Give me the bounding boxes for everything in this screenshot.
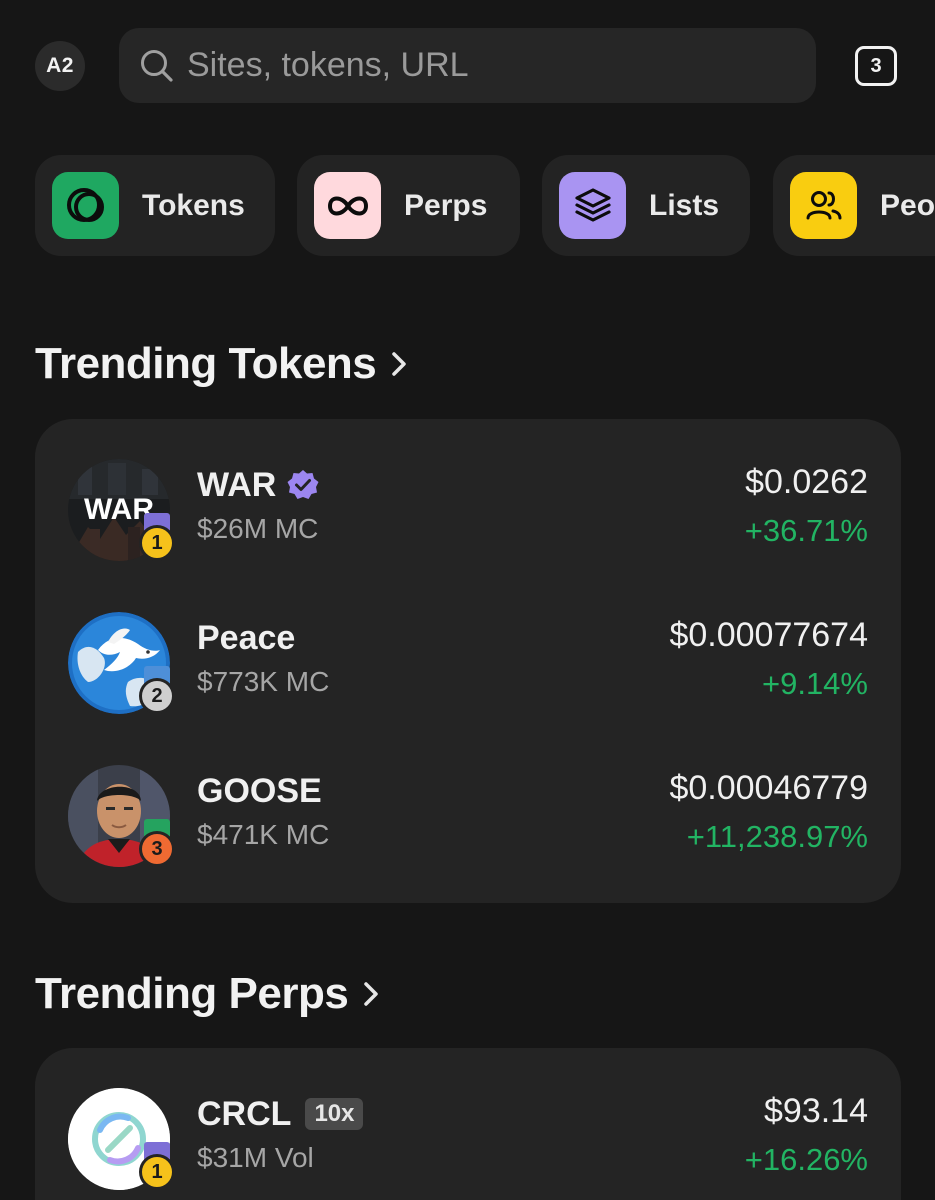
- token-price: $0.00077674: [669, 616, 868, 654]
- infinity-icon: [314, 172, 381, 239]
- rank-number: 3: [139, 831, 175, 867]
- token-row-peace[interactable]: 2 Peace $773K MC $0.00077674 +9.14%: [35, 610, 901, 720]
- rank-badge: 1: [139, 1142, 175, 1194]
- chip-label: Perps: [404, 189, 488, 222]
- section-title: Trending Tokens: [35, 339, 377, 388]
- price-change: +36.71%: [744, 513, 868, 548]
- rank-number: 1: [139, 1154, 175, 1190]
- price-change: +16.26%: [744, 1142, 868, 1177]
- search-icon: [141, 50, 173, 82]
- token-price: $93.14: [764, 1092, 868, 1130]
- chip-people[interactable]: People: [773, 155, 935, 256]
- top-bar: A2 3: [0, 0, 935, 130]
- rank-badge: 2: [139, 666, 175, 718]
- trending-perps-header[interactable]: Trending Perps: [35, 966, 380, 1022]
- chip-label: People: [880, 189, 935, 222]
- verified-badge-icon: [287, 470, 319, 499]
- tab-count-button[interactable]: 3: [855, 46, 897, 86]
- chevron-right-icon: [364, 982, 379, 1006]
- trending-tokens-header[interactable]: Trending Tokens: [35, 336, 408, 392]
- token-name: CRCL: [197, 1094, 292, 1133]
- token-row-war[interactable]: WAR 1 WAR $26M MC $0.0262 +36.71%: [35, 457, 901, 567]
- chip-label: Tokens: [142, 189, 245, 222]
- rank-badge: 3: [139, 819, 175, 871]
- chip-lists[interactable]: Lists: [542, 155, 750, 256]
- rank-badge: 1: [139, 513, 175, 565]
- token-row-goose[interactable]: 3 GOOSE $471K MC $0.00046779 +11,238.97%: [35, 763, 901, 873]
- price-change: +11,238.97%: [686, 819, 868, 854]
- people-icon: [790, 172, 857, 239]
- chevron-right-icon: [392, 352, 407, 376]
- token-price: $0.0262: [745, 463, 868, 501]
- chip-tokens[interactable]: Tokens: [35, 155, 275, 256]
- price-change: +9.14%: [761, 666, 868, 701]
- market-cap: $773K MC: [197, 666, 330, 697]
- rank-number: 2: [139, 678, 175, 714]
- rank-number: 1: [139, 525, 175, 561]
- trending-perps-card: 1 CRCL 10x $31M Vol $93.14 +16.26%: [35, 1048, 901, 1200]
- tokens-icon: [52, 172, 119, 239]
- chip-label: Lists: [649, 189, 720, 222]
- account-avatar[interactable]: A2: [35, 41, 85, 91]
- trending-tokens-card: WAR 1 WAR $26M MC $0.0262 +36.71% 2 Peac…: [35, 419, 901, 903]
- layers-icon: [559, 172, 626, 239]
- search-bar[interactable]: [119, 28, 816, 103]
- category-chips: Tokens Perps Lists Peop: [0, 155, 935, 256]
- token-name: GOOSE: [197, 771, 322, 810]
- leverage-badge: 10x: [305, 1098, 364, 1130]
- section-title: Trending Perps: [35, 969, 349, 1018]
- token-name: WAR: [197, 465, 277, 504]
- search-input[interactable]: [187, 28, 797, 103]
- volume: $31M Vol: [197, 1142, 314, 1173]
- market-cap: $26M MC: [197, 513, 319, 544]
- chip-perps[interactable]: Perps: [297, 155, 520, 256]
- token-price: $0.00046779: [669, 769, 868, 807]
- perp-row-crcl[interactable]: 1 CRCL 10x $31M Vol $93.14 +16.26%: [35, 1086, 901, 1196]
- token-name: Peace: [197, 618, 296, 657]
- market-cap: $471K MC: [197, 819, 330, 850]
